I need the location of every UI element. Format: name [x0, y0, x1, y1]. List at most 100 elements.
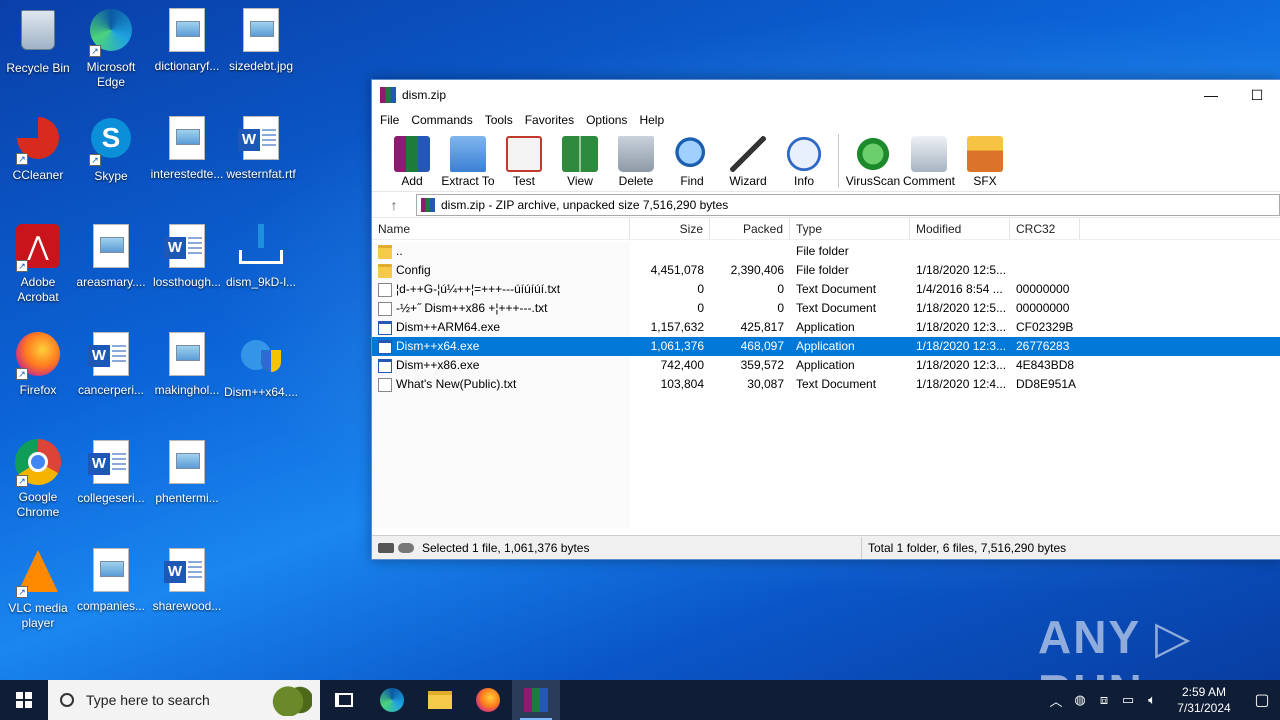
file-row[interactable]: .. File folder	[372, 242, 1280, 261]
toolbar-extract-to-button[interactable]: Extract To	[440, 134, 496, 188]
desktop-icon[interactable]: ⋀ ↗ Adobe Acrobat	[0, 222, 76, 305]
desktop-icon[interactable]: phentermi...	[149, 438, 225, 506]
toolbar-view-button[interactable]: View	[552, 134, 608, 188]
col-type[interactable]: Type	[790, 218, 910, 239]
menu-help[interactable]: Help	[633, 113, 670, 127]
toolbar-test-button[interactable]: Test	[496, 134, 552, 188]
toolbar-add-button[interactable]: Add	[384, 134, 440, 188]
file-row[interactable]: -½+˝ Dism++x86 +¦+++---.txt 0 0 Text Docume…	[372, 299, 1280, 318]
file-row[interactable]: Config 4,451,078 2,390,406 File folder 1/18/…	[372, 261, 1280, 280]
usb-icon[interactable]: ⧈	[1092, 692, 1116, 708]
menu-favorites[interactable]: Favorites	[519, 113, 580, 127]
file-row[interactable]: Dism++x64.exe 1,061,376 468,097 Application…	[372, 337, 1280, 356]
virus-scan-icon	[855, 136, 891, 172]
network-icon[interactable]: ▭	[1116, 692, 1140, 708]
toolbar-info-button[interactable]: Info	[776, 134, 832, 188]
address-field[interactable]: dism.zip - ZIP archive, unpacked size 7,…	[416, 193, 1280, 216]
file-packed: 359,572	[740, 358, 784, 372]
desktop-icon[interactable]: ↗ Google Chrome	[0, 438, 76, 520]
file-row[interactable]: Dism++ARM64.exe 1,157,632 425,817 Applicati…	[372, 318, 1280, 337]
desktop-icon[interactable]: ↗ CCleaner	[0, 114, 76, 183]
taskbar-search[interactable]: Type here to search	[48, 680, 320, 720]
desktop-icon-label: areasmary....	[76, 275, 146, 289]
desktop-icon[interactable]: ↗ Microsoft Edge	[73, 6, 149, 90]
desktop-icon[interactable]: S ↗ Skype	[73, 114, 149, 184]
desktop-icon[interactable]: companies...	[73, 546, 149, 614]
desktop-icon[interactable]: Wwesternfat.rtf	[223, 114, 299, 182]
toolbar-wizard-button[interactable]: Wizard	[720, 134, 776, 188]
toolbar-comment-button[interactable]: Comment	[901, 134, 957, 188]
taskbar-app-button[interactable]	[368, 680, 416, 720]
file-name-cell: What's New(Public).txt	[372, 375, 630, 394]
taskbar-app-button[interactable]	[464, 680, 512, 720]
file-row[interactable]: Dism++x86.exe 742,400 359,572 Application 1/…	[372, 356, 1280, 375]
taskbar-app-button[interactable]	[512, 680, 560, 720]
sfx-box-icon	[967, 136, 1003, 172]
firefox-icon	[476, 688, 500, 712]
shortcut-arrow-icon: ↗	[16, 368, 28, 380]
menu-options[interactable]: Options	[580, 113, 633, 127]
toolbar-sfx-button[interactable]: SFX	[957, 134, 1013, 188]
toolbar-separator	[838, 134, 839, 188]
menu-bar: File Commands Tools Favorites Options Help	[372, 110, 1280, 130]
shortcut-arrow-icon: ↗	[16, 475, 28, 487]
col-modified[interactable]: Modified	[910, 218, 1010, 239]
winrar-icon	[380, 87, 396, 103]
toolbar-label: Extract To	[441, 174, 495, 188]
start-button[interactable]	[0, 680, 48, 720]
file-size: 4,451,078	[650, 263, 704, 277]
up-arrow-icon[interactable]: ↑	[372, 197, 416, 213]
desktop-icon[interactable]: sizedebt.jpg	[223, 6, 299, 74]
desktop-icon[interactable]: Wlossthough...	[149, 222, 225, 290]
taskbar-app-button[interactable]	[416, 680, 464, 720]
minimize-button[interactable]: —	[1188, 80, 1234, 110]
chevron-up-icon[interactable]: ︿	[1044, 691, 1068, 710]
toolbar-label: Test	[512, 174, 535, 188]
folder-icon	[378, 263, 392, 278]
toolbar-find-button[interactable]: Find	[664, 134, 720, 188]
clock[interactable]: 2:59 AM 7/31/2024	[1164, 684, 1244, 716]
desktop-icon[interactable]: ↗ Firefox	[0, 330, 76, 398]
col-size[interactable]: Size	[630, 218, 710, 239]
desktop-icon[interactable]: Wsharewood...	[149, 546, 225, 614]
language-icon[interactable]: ◍	[1068, 692, 1092, 708]
taskbar-app-button[interactable]	[320, 680, 368, 720]
menu-commands[interactable]: Commands	[405, 113, 478, 127]
file-name: ..	[396, 244, 403, 258]
file-name: Config	[396, 263, 431, 277]
file-size	[630, 242, 710, 261]
menu-file[interactable]: File	[374, 113, 405, 127]
col-packed[interactable]: Packed	[710, 218, 790, 239]
desktop-icon[interactable]: Dism++x64....	[223, 330, 299, 400]
vlc-icon: ↗	[14, 550, 62, 598]
desktop-icon[interactable]: areasmary....	[73, 222, 149, 290]
desktop-icon-label: Recycle Bin	[6, 61, 70, 75]
menu-tools[interactable]: Tools	[479, 113, 519, 127]
desktop-icon[interactable]: Wcancerperi...	[73, 330, 149, 398]
volume-icon[interactable]: 🔈︎	[1140, 692, 1164, 708]
toolbar-delete-button[interactable]: Delete	[608, 134, 664, 188]
toolbar-virusscan-button[interactable]: VirusScan	[845, 134, 901, 188]
maximize-button[interactable]: ☐	[1234, 80, 1280, 110]
desktop-icon[interactable]: Recycle Bin	[0, 6, 76, 76]
title-bar[interactable]: dism.zip — ☐	[372, 80, 1280, 110]
desktop-icon[interactable]: makinghol...	[149, 330, 225, 398]
text-file-icon	[378, 377, 392, 392]
file-modified	[910, 242, 1010, 261]
ccleaner-icon: ↗	[14, 117, 62, 165]
desktop-icon-label: VLC media player	[8, 601, 68, 630]
col-crc[interactable]: CRC32	[1010, 218, 1080, 239]
col-name[interactable]: Name	[372, 218, 630, 239]
desktop-icon[interactable]: ↗ VLC media player	[0, 546, 76, 631]
add-archive-icon	[394, 136, 430, 172]
file-modified: 1/18/2020 12:3...	[916, 358, 1007, 372]
file-row[interactable]: ¦d-++G-¦ú¼++¦=+++---úíúíúí.txt 0 0 Text Doc…	[372, 280, 1280, 299]
desktop-icon[interactable]: dism_9kD-l...	[223, 222, 299, 290]
desktop-icon[interactable]: dictionaryf...	[149, 6, 225, 74]
desktop-icon[interactable]: Wcollegeseri...	[73, 438, 149, 506]
file-name-cell: Dism++ARM64.exe	[372, 318, 630, 337]
shortcut-arrow-icon: ↗	[89, 154, 101, 166]
file-row[interactable]: What's New(Public).txt 103,804 30,087 Text …	[372, 375, 1280, 394]
notification-icon[interactable]: ▢	[1244, 690, 1280, 710]
desktop-icon[interactable]: interestedte...	[149, 114, 225, 182]
